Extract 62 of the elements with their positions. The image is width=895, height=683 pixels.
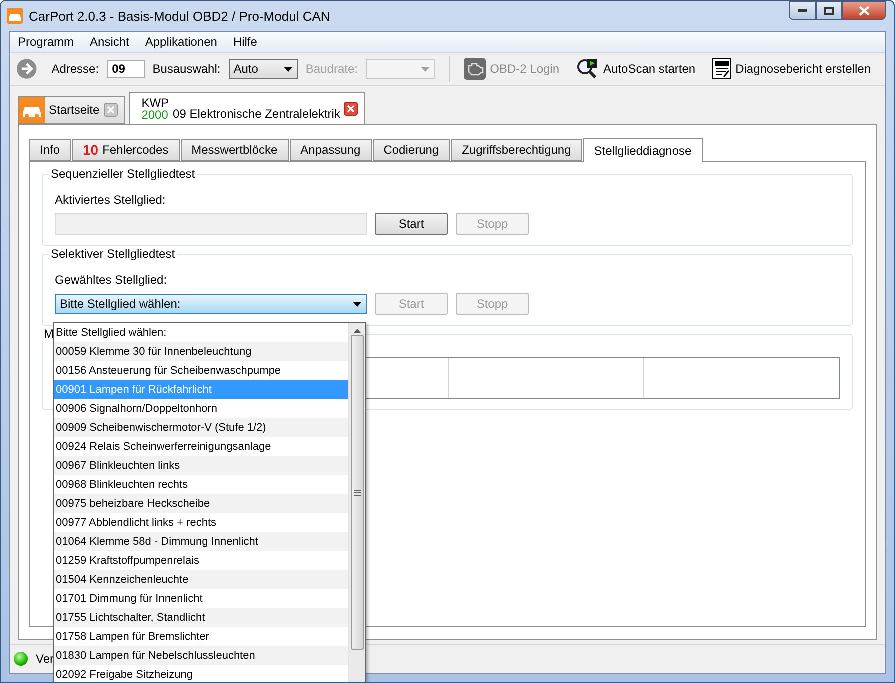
dropdown-option[interactable]: 00909 Scheibenwischermotor-V (Stufe 1/2) <box>54 418 348 437</box>
scan-button[interactable]: AutoScan starten <box>576 58 696 80</box>
close-icon <box>858 6 870 16</box>
menu-item[interactable]: Programm <box>10 35 82 49</box>
magnifier-icon <box>576 58 600 80</box>
address-label: Adresse: <box>52 62 100 76</box>
scrollbar[interactable] <box>348 323 365 682</box>
engine-icon <box>464 58 486 80</box>
maximize-icon <box>824 6 834 14</box>
menu-item[interactable]: Applikationen <box>137 35 226 49</box>
address-field[interactable]: 09 <box>107 60 145 78</box>
dropdown-arrow-icon <box>353 302 362 306</box>
report-icon <box>712 58 732 80</box>
arrow-right-icon[interactable] <box>16 58 38 80</box>
actuator-select[interactable]: Bitte Stellglied wählen: <box>55 294 367 314</box>
window-title: CarPort 2.0.3 - Basis-Modul OBD2 / Pro-Modul CAN <box>29 8 330 24</box>
dropdown-option[interactable]: 00967 Blinkleuchten links <box>54 456 348 475</box>
close-icon[interactable] <box>344 102 358 116</box>
tab[interactable]: Info <box>29 139 72 161</box>
dropdown-arrow-icon <box>421 66 430 72</box>
close-button[interactable] <box>842 1 886 20</box>
tab[interactable]: 10 Fehlercodes <box>72 139 180 161</box>
protocol-label: KWP <box>142 96 170 108</box>
tab-label: Startseite <box>49 103 100 117</box>
tab-label: Fehlercodes <box>102 143 169 157</box>
start-button[interactable]: Start <box>375 213 448 235</box>
tab-label: 09 Elektronische Zentralelektrik <box>173 106 340 120</box>
dropdown-option[interactable]: Bitte Stellglied wählen: <box>54 323 348 342</box>
group-title: Selektiver Stellgliedtest <box>49 247 178 261</box>
protocol-version: 2000 <box>142 108 170 120</box>
tab[interactable]: Anpassung <box>290 139 372 161</box>
start-tab[interactable]: Startseite <box>18 96 125 124</box>
bus-label: Busauswahl: <box>152 62 221 76</box>
dropdown-option[interactable]: 00059 Klemme 30 für Innenbeleuchtung <box>54 342 348 361</box>
grip-icon <box>354 490 360 496</box>
tab[interactable]: Messwertblöcke <box>180 139 289 161</box>
scroll-thumb[interactable] <box>350 335 364 650</box>
tab[interactable]: Stellglieddiagnose <box>583 138 703 162</box>
menu-item[interactable]: Hilfe <box>225 35 266 49</box>
minimize-button[interactable] <box>789 1 816 20</box>
field-label: Gewähltes Stellglied: <box>55 273 168 287</box>
scroll-up-icon[interactable] <box>354 329 360 333</box>
minimize-icon <box>798 9 807 12</box>
dropdown-option[interactable]: 01064 Klemme 58d - Dimmung Innenlicht <box>54 532 348 551</box>
error-count: 10 <box>83 142 99 158</box>
close-icon[interactable] <box>104 103 118 117</box>
dropdown-arrow-icon <box>284 66 293 72</box>
dropdown-option[interactable]: 01830 Lampen für Nebelschlussleuchten <box>54 646 348 665</box>
report-button[interactable]: Diagnosebericht erstellen <box>712 58 871 80</box>
dropdown-option[interactable]: 01504 Kennzeichenleuchte <box>54 570 348 589</box>
field-label: Aktiviertes Stellglied: <box>55 193 167 207</box>
tab[interactable]: Zugriffsberechtigung <box>451 139 582 161</box>
tab[interactable]: Codierung <box>372 139 450 161</box>
dropdown-option[interactable]: 01755 Lichtschalter, Standlicht <box>54 608 348 627</box>
dropdown-option[interactable]: 00975 beheizbare Heckscheibe <box>54 494 348 513</box>
group-title: Sequenzieller Stellgliedtest <box>49 167 198 181</box>
maximize-button[interactable] <box>816 1 842 20</box>
app-logo-icon <box>7 8 23 24</box>
menu-item[interactable]: Ansicht <box>82 35 138 49</box>
bus-select[interactable]: Auto <box>228 59 298 79</box>
status-text: Ver <box>36 652 54 666</box>
baud-label: Baudrate: <box>306 62 358 76</box>
